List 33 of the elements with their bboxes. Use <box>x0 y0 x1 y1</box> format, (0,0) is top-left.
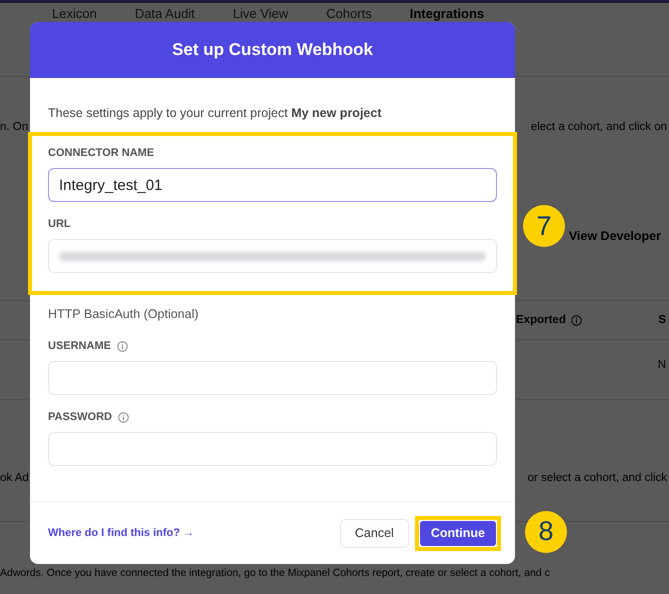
info-icon[interactable] <box>116 340 128 352</box>
description-text: Adwords. Once you have connected the integration, go to the Mixpanel Cohorts report, create or select a cohort, and c <box>0 567 550 579</box>
info-icon[interactable] <box>570 314 582 326</box>
field-label: URL <box>48 218 71 230</box>
tab[interactable]: Data Audit <box>134 6 195 21</box>
info-icon[interactable] <box>118 412 129 422</box>
developer-docs-link[interactable]: View Developer <box>568 229 661 243</box>
input-field[interactable] <box>48 432 497 466</box>
tab[interactable]: Integrations <box>410 6 484 21</box>
tab[interactable]: Live View <box>232 6 288 21</box>
dialog-title: Set up Custom Webhook <box>172 40 373 60</box>
section-label: HTTP BasicAuth (Optional) <box>48 307 200 321</box>
field-label: USERNAME <box>48 340 111 352</box>
table-cell: N <box>658 359 666 371</box>
cancel-button[interactable]: Cancel <box>340 518 409 548</box>
column-header: Exported <box>516 314 566 326</box>
tab[interactable]: Cohorts <box>326 6 372 21</box>
description-text: elect a cohort, and click on <box>530 121 667 133</box>
intro-text: These settings apply to your current project My new project <box>48 106 382 120</box>
description-text: ok Ad <box>0 472 29 484</box>
tab[interactable]: Lexicon <box>52 6 97 21</box>
continue-button[interactable]: Continue <box>420 520 496 546</box>
input-field[interactable]: Integry_test_01 <box>48 168 497 202</box>
field-label: CONNECTOR NAME <box>48 147 154 159</box>
description-text: or select a cohort, and click <box>528 472 667 484</box>
help-link[interactable]: Where do I find this info? → <box>48 527 194 539</box>
field-label: PASSWORD <box>48 411 112 423</box>
column-header: S <box>658 314 666 326</box>
description-text: n. On <box>0 121 28 133</box>
step-badge: 8 <box>525 510 567 552</box>
input-field[interactable] <box>48 361 497 395</box>
step-badge: 7 <box>523 205 565 247</box>
input-field[interactable] <box>48 239 497 273</box>
